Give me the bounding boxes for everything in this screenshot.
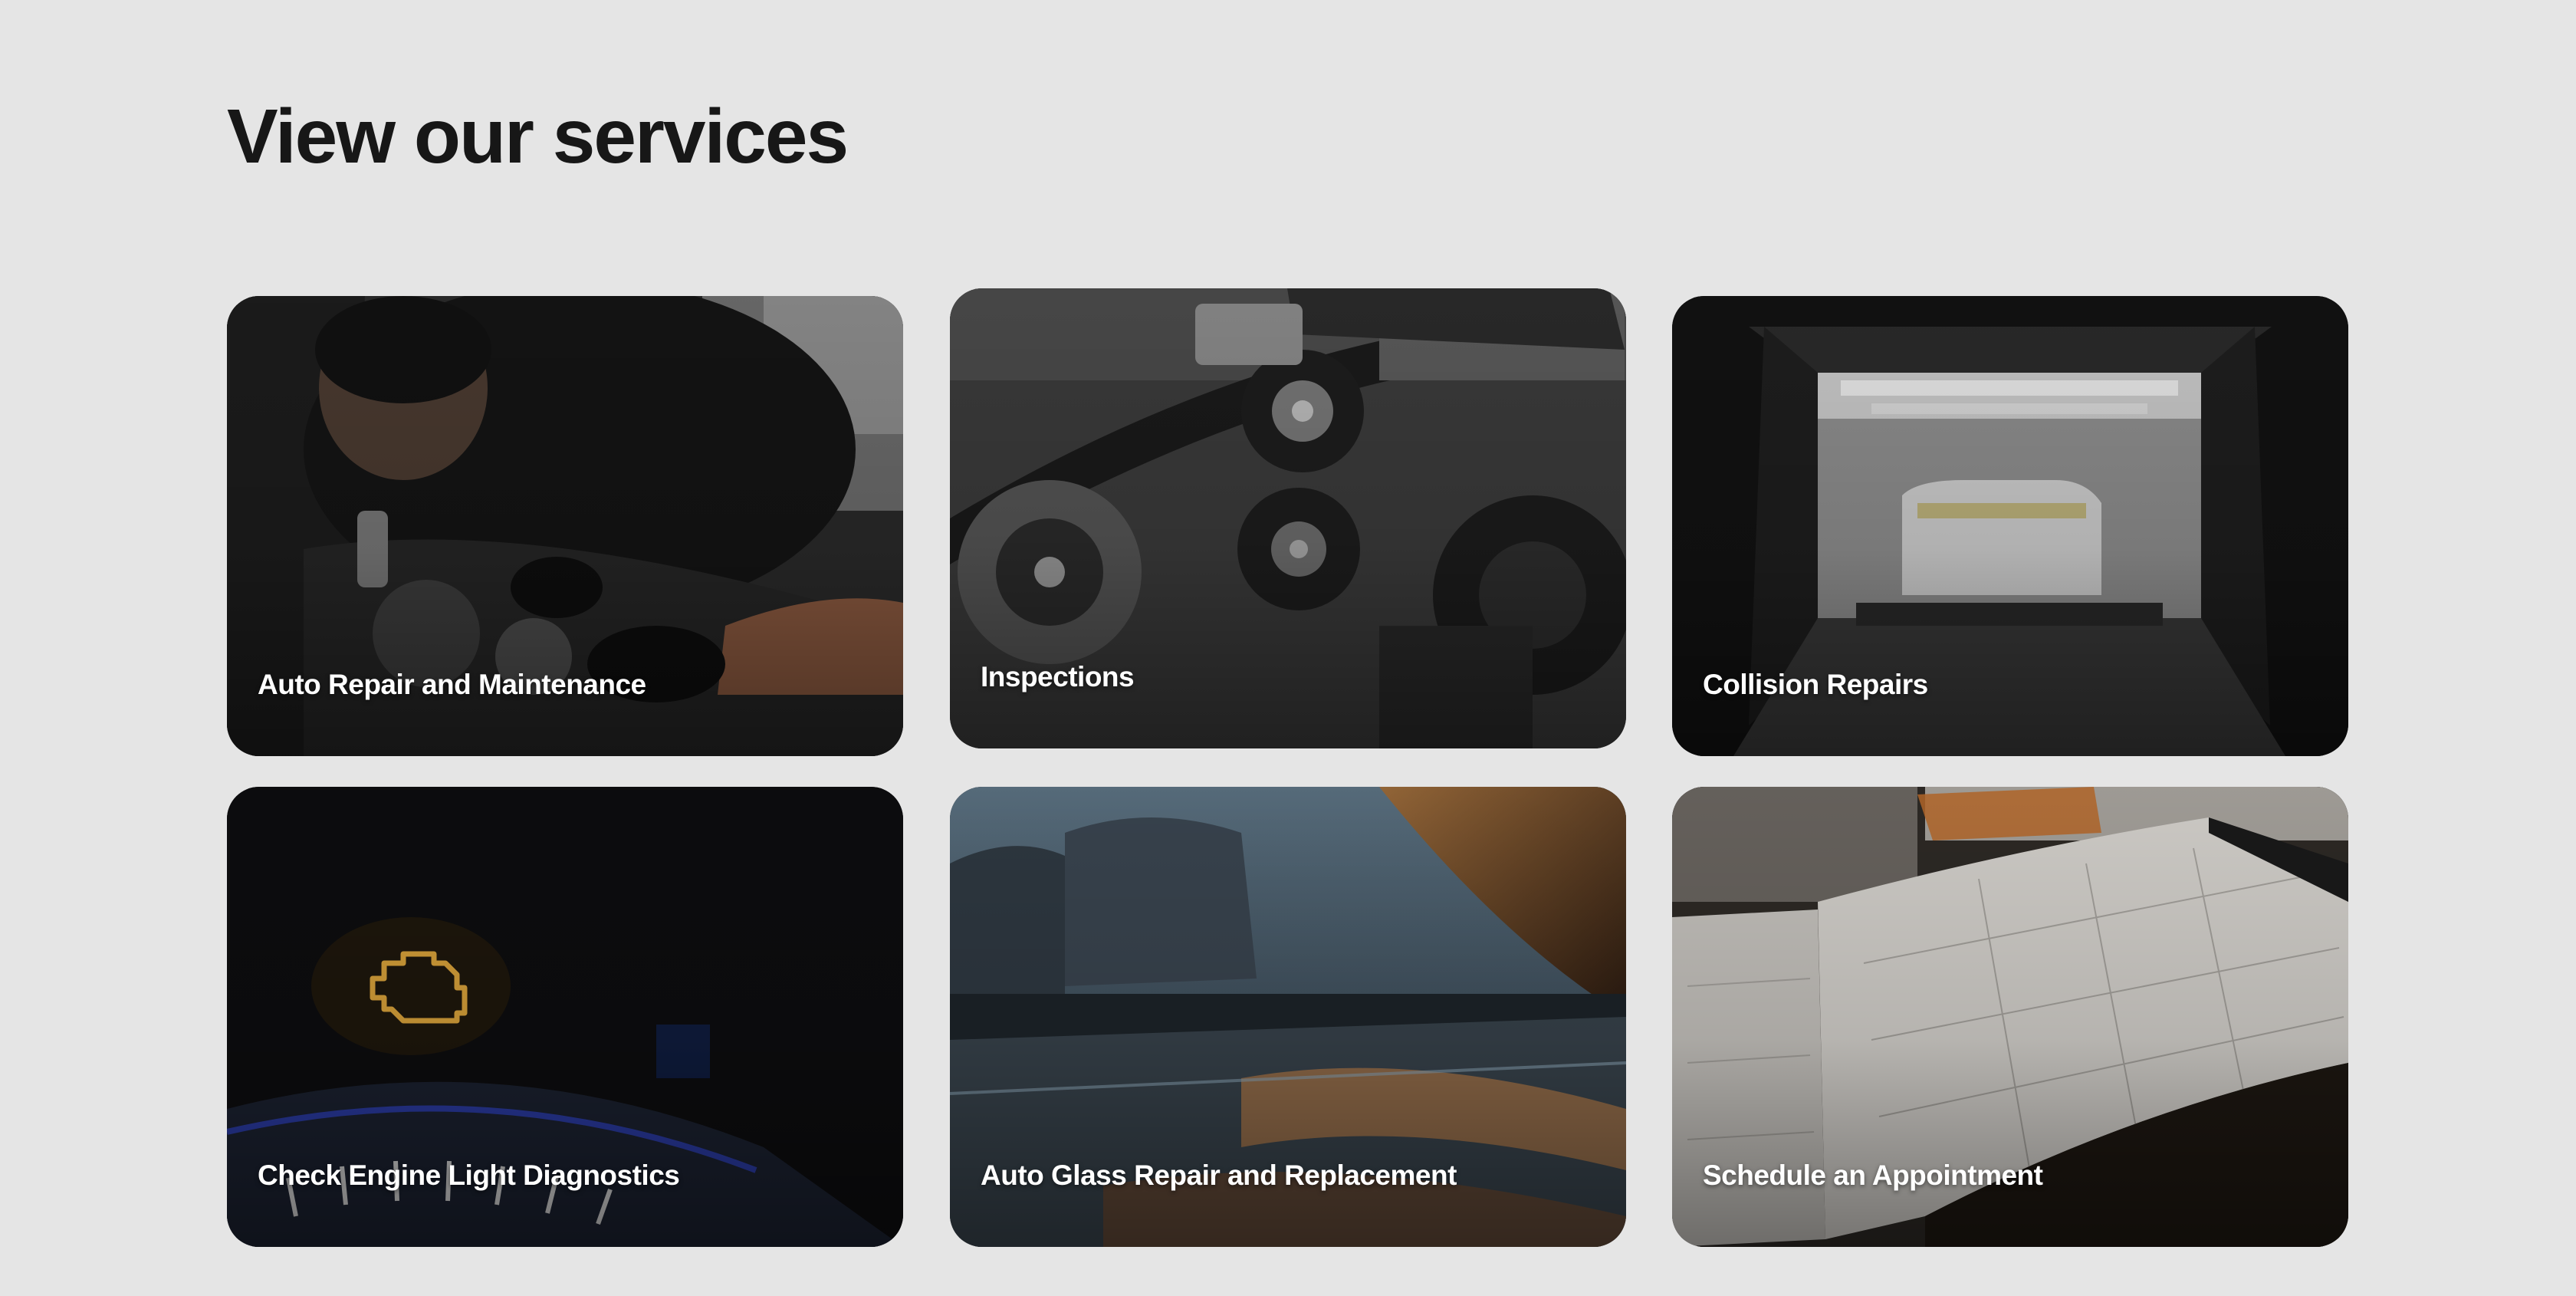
service-card-auto-repair[interactable]: Auto Repair and Maintenance [227,296,903,756]
service-card-label: Inspections [981,661,1135,692]
service-card-label: Auto Repair and Maintenance [258,669,646,700]
service-card-schedule-appointment[interactable]: Schedule an Appointment [1672,787,2348,1247]
service-card-label: Check Engine Light Diagnostics [258,1159,680,1191]
service-card-label: Schedule an Appointment [1703,1159,2043,1191]
service-card-collision-repairs[interactable]: Collision Repairs [1672,296,2348,756]
service-card-auto-glass[interactable]: Auto Glass Repair and Replacement [950,787,1626,1247]
service-card-label: Collision Repairs [1703,669,1928,700]
service-card-check-engine[interactable]: Check Engine Light Diagnostics [227,787,903,1247]
service-card-label: Auto Glass Repair and Replacement [981,1159,1457,1191]
service-card-inspections[interactable]: Inspections [950,288,1626,748]
services-page: View our services Auto Repair and Mainte… [0,0,2576,1296]
page-title: View our services [227,94,849,179]
